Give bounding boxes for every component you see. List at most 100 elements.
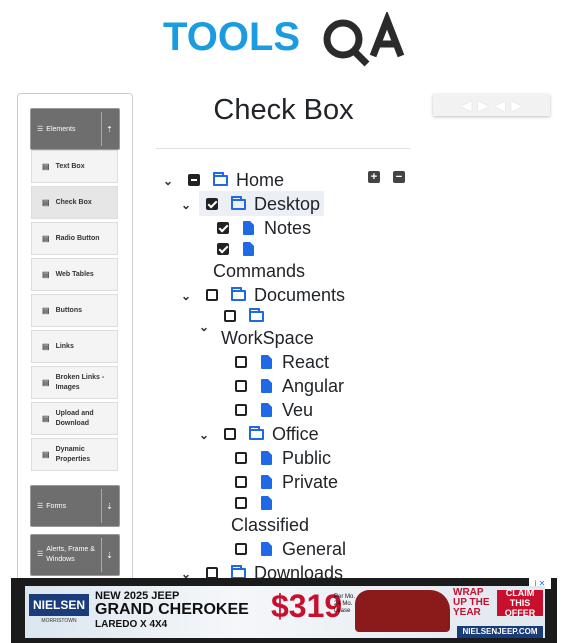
checkbox-angular[interactable]	[235, 380, 247, 392]
chevron-down-icon[interactable]: ⌄	[199, 320, 209, 334]
file-icon	[261, 542, 272, 556]
group-label: Elements	[46, 125, 76, 133]
arrow-down-icon[interactable]: ⇣	[101, 538, 117, 572]
sidebar-item-check-box[interactable]: ▤ Check Box	[31, 186, 118, 219]
page-title: Check Box	[213, 94, 354, 126]
node-label-office[interactable]: Office	[272, 424, 319, 445]
right-arrow-icon: ▶	[477, 96, 489, 113]
node-label-public[interactable]: Public	[282, 448, 331, 469]
folder-icon	[213, 172, 228, 186]
chevron-down-icon[interactable]: ⌄	[181, 198, 191, 212]
node-label-veu[interactable]: Veu	[282, 400, 313, 421]
top-banner[interactable]: ◀ ▶ ◀ ▶	[433, 94, 550, 116]
ad-brand-logo: NIELSEN	[29, 594, 89, 616]
list-icon: ☰	[37, 551, 44, 558]
ad-site-link[interactable]: NIELSENJEEP.COM	[457, 626, 543, 638]
folder-icon	[249, 308, 264, 322]
arrow-up-icon[interactable]: ⇡	[101, 112, 117, 146]
list-icon: ▤	[42, 234, 50, 243]
checkbox-notes[interactable]	[217, 222, 229, 234]
file-icon	[261, 403, 272, 417]
list-icon: ▤	[42, 270, 50, 279]
page-root: { "header": { "logo_text_1": "TOOLS", "l…	[0, 0, 576, 643]
sidebar-group-alerts[interactable]: ☰ Alerts, Frame & Windows ⇣	[30, 534, 120, 576]
title-divider	[156, 148, 411, 149]
sidebar-item-buttons[interactable]: ▤ Buttons	[31, 294, 118, 327]
ad-dealer: MORRISTOWN	[41, 618, 77, 624]
toolsqa-logo[interactable]: TOOLS	[163, 12, 408, 68]
node-label-commands[interactable]: Commands	[213, 261, 305, 282]
ad-price: $319	[271, 588, 343, 624]
right-arrow-icon: ▶	[511, 96, 523, 113]
sidebar: ☰ Elements ⇡ ▤ Text Box ▤ Check Box ▤ Radio …	[17, 93, 133, 643]
group-label: Forms	[46, 502, 67, 510]
ad-claim-button[interactable]: CLAIM THIS OFFER	[497, 588, 543, 618]
checkbox-desktop[interactable]	[206, 198, 218, 210]
node-label-angular[interactable]: Angular	[282, 376, 344, 397]
node-label-home[interactable]: Home	[236, 170, 284, 191]
ad-headline-2: GRAND CHEROKEE	[95, 601, 249, 618]
sidebar-item-text-box[interactable]: ▤ Text Box	[31, 150, 118, 183]
list-icon: ▤	[42, 162, 50, 171]
sidebar-item-broken-links[interactable]: ▤ Broken Links - Images	[31, 366, 118, 399]
node-label-classified[interactable]: Classified	[231, 515, 309, 536]
node-label-documents[interactable]: Documents	[254, 285, 345, 306]
folder-icon	[249, 426, 264, 440]
node-label-private[interactable]: Private	[282, 472, 338, 493]
file-icon	[243, 242, 254, 256]
checkbox-home[interactable]	[188, 174, 200, 186]
checkbox-classified[interactable]	[235, 497, 247, 509]
ad-headline-3: LAREDO X 4X4	[95, 619, 168, 630]
left-arrow-icon: ◀	[460, 96, 472, 113]
node-label-notes[interactable]: Notes	[264, 218, 311, 239]
ad-content[interactable]: NIELSEN MORRISTOWN NEW 2025 JEEP GRAND C…	[25, 586, 545, 638]
checkbox-commands[interactable]	[217, 243, 229, 255]
sidebar-item-dynamic-properties[interactable]: ▤ Dynamic Properties	[31, 438, 118, 471]
ad-wrap-text: WRAP UP THE YEAR	[453, 587, 490, 618]
expand-all-button[interactable]: +	[368, 171, 380, 183]
checkbox-documents[interactable]	[206, 289, 218, 301]
checkbox-workspace[interactable]	[224, 310, 236, 322]
collapse-all-button[interactable]: −	[393, 171, 405, 183]
logo-letter-a	[369, 12, 405, 58]
file-icon	[261, 451, 272, 465]
ad-car-image	[355, 590, 450, 632]
ad-banner[interactable]: i ✕ NIELSEN MORRISTOWN NEW 2025 JEEP GRA…	[11, 578, 557, 643]
list-icon: ▤	[42, 198, 50, 207]
chevron-down-icon[interactable]: ⌄	[181, 289, 191, 303]
ad-price-terms: Per Mo. 24 Mo. Lease	[334, 594, 356, 614]
sidebar-group-forms[interactable]: ☰ Forms ⇣	[30, 485, 120, 527]
list-icon: ▤	[42, 378, 50, 387]
arrow-down-icon[interactable]: ⇣	[101, 489, 117, 523]
list-icon: ▤	[42, 450, 50, 459]
sidebar-item-web-tables[interactable]: ▤ Web Tables	[31, 258, 118, 291]
chevron-down-icon[interactable]: ⌄	[163, 174, 173, 188]
file-icon	[261, 475, 272, 489]
folder-icon	[231, 196, 246, 210]
file-icon	[261, 355, 272, 369]
sidebar-item-links[interactable]: ▤ Links	[31, 330, 118, 363]
list-icon: ▤	[42, 414, 50, 423]
checkbox-react[interactable]	[235, 356, 247, 368]
node-label-general[interactable]: General	[282, 539, 346, 560]
list-icon: ☰	[37, 126, 44, 133]
node-label-desktop[interactable]: Desktop	[254, 194, 320, 215]
file-icon	[243, 221, 254, 235]
group-label: Alerts, Frame & Windows	[46, 546, 95, 563]
list-icon: ☰	[37, 503, 44, 510]
checkbox-office[interactable]	[224, 428, 236, 440]
file-icon	[261, 496, 272, 510]
logo-magnifier-handle	[350, 47, 370, 67]
checkbox-public[interactable]	[235, 452, 247, 464]
node-label-workspace[interactable]: WorkSpace	[221, 328, 314, 349]
chevron-down-icon[interactable]: ⌄	[199, 428, 209, 442]
checkbox-general[interactable]	[235, 543, 247, 555]
checkbox-veu[interactable]	[235, 404, 247, 416]
logo-text-tools: TOOLS	[163, 15, 300, 59]
sidebar-group-elements[interactable]: ☰ Elements ⇡	[30, 108, 120, 150]
sidebar-item-radio-button[interactable]: ▤ Radio Button	[31, 222, 118, 255]
list-icon: ▤	[42, 342, 50, 351]
sidebar-item-upload-download[interactable]: ▤ Upload and Download	[31, 402, 118, 435]
checkbox-private[interactable]	[235, 476, 247, 488]
node-label-react[interactable]: React	[282, 352, 329, 373]
